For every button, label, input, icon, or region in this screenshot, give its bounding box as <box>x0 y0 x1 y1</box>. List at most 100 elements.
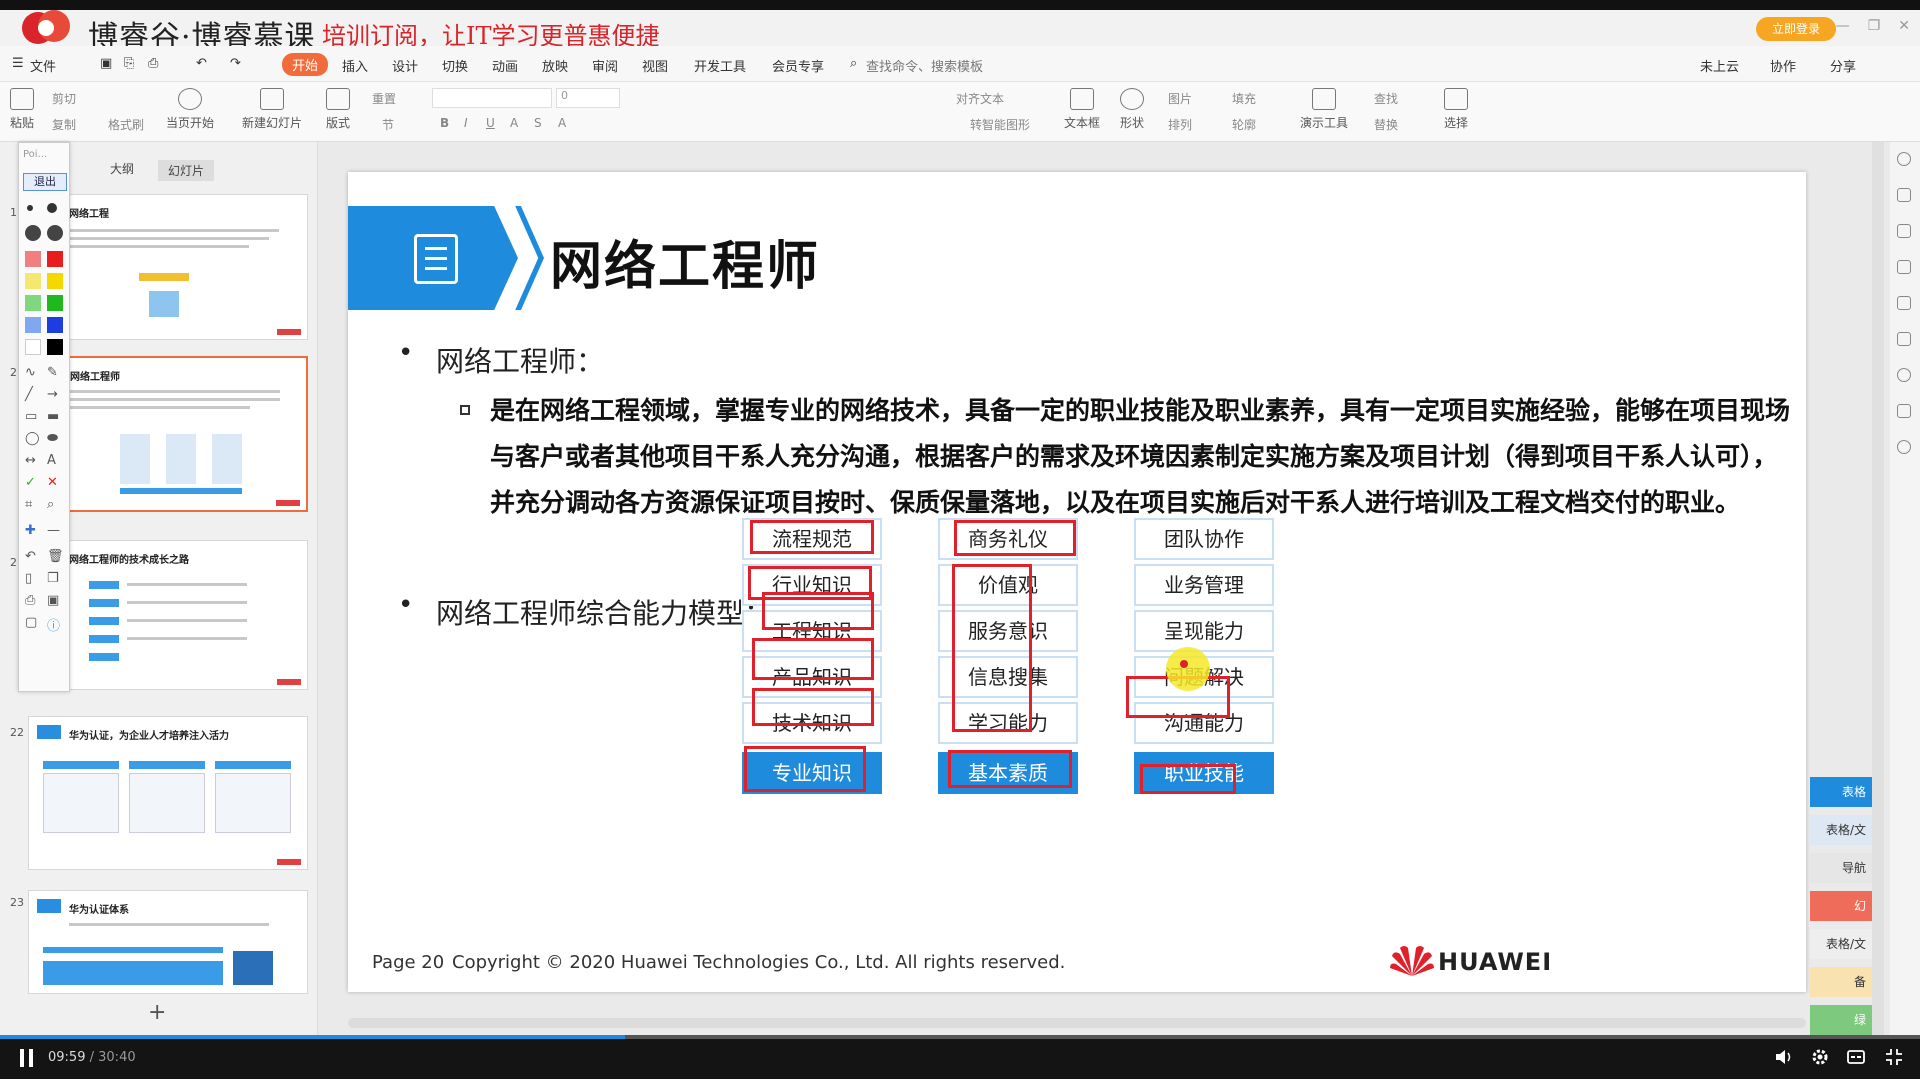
tab-transition[interactable]: 切换 <box>442 56 468 75</box>
settings-gear-icon[interactable] <box>1810 1047 1830 1067</box>
right-tab-table[interactable]: 表格 <box>1810 777 1872 807</box>
line-icon[interactable]: ╱ <box>25 387 33 402</box>
select-button[interactable]: 选择 <box>1444 88 1468 131</box>
tab-member[interactable]: 会员专享 <box>772 56 824 75</box>
tab-animation[interactable]: 动画 <box>492 56 518 75</box>
arrange-button[interactable]: 排列 <box>1168 116 1192 133</box>
close-icon[interactable]: ✕ <box>1898 18 1910 34</box>
rectangle-icon[interactable]: ▭ <box>25 409 37 424</box>
slide-thumb-23[interactable]: 华为认证体系 <box>28 890 308 994</box>
right-tab-table-text-2[interactable]: 表格/文 <box>1810 929 1872 959</box>
image-panel-icon[interactable] <box>1897 332 1911 346</box>
align-text-button[interactable]: 对齐文本 <box>956 90 1004 107</box>
check-icon[interactable]: ✓ <box>25 475 36 490</box>
share-button[interactable]: 分享 <box>1830 56 1856 75</box>
pen-size-medium-icon[interactable] <box>47 203 57 213</box>
color-white-swatch[interactable] <box>25 339 41 355</box>
tab-insert[interactable]: 插入 <box>342 56 368 75</box>
color-black-swatch[interactable] <box>47 339 63 355</box>
right-tab-table-text[interactable]: 表格/文 <box>1810 815 1872 845</box>
style-icon[interactable] <box>1897 188 1911 202</box>
login-button[interactable]: 立即登录 <box>1756 17 1836 41</box>
book-icon[interactable] <box>1897 404 1911 418</box>
exit-pen-button[interactable]: 退出 <box>23 173 67 191</box>
arrow-icon[interactable]: → <box>47 387 58 402</box>
present-tool-button[interactable]: 演示工具 <box>1300 88 1348 131</box>
reset-button[interactable]: 重置 <box>372 90 396 107</box>
right-tab-slides[interactable]: 幻 <box>1810 891 1872 921</box>
outline-button[interactable]: 轮廓 <box>1232 116 1256 133</box>
play-from-current-button[interactable]: 当页开始 <box>166 88 214 131</box>
slide-thumb-2-selected[interactable]: 网络工程师 <box>28 356 308 512</box>
bold-icon[interactable]: B <box>440 116 449 130</box>
tab-developer[interactable]: 开发工具 <box>694 56 746 75</box>
plus-icon[interactable]: ✚ <box>25 523 36 538</box>
picture-button[interactable]: 图片 <box>1168 90 1192 107</box>
vertical-scrollbar[interactable] <box>1872 142 1884 1035</box>
cut-button[interactable]: 剪切 <box>52 90 76 107</box>
filled-ellipse-icon[interactable]: ⬬ <box>47 431 58 446</box>
collaborate-button[interactable]: 协作 <box>1770 56 1796 75</box>
crop-icon[interactable]: ⌗ <box>25 497 32 512</box>
fill-button[interactable]: 填充 <box>1232 90 1256 107</box>
freehand-icon[interactable]: ∿ <box>25 365 36 380</box>
pin-icon[interactable] <box>1897 260 1911 274</box>
color-light-blue-swatch[interactable] <box>25 317 41 333</box>
undo-pen-icon[interactable]: ↶ <box>25 549 36 564</box>
save-pen-icon[interactable]: ▣ <box>47 593 59 608</box>
tab-design[interactable]: 设计 <box>392 56 418 75</box>
new-slide-button[interactable]: 新建幻灯片 <box>242 88 302 131</box>
textbox-button[interactable]: 文本框 <box>1064 88 1100 131</box>
section-button[interactable]: 节 <box>382 116 394 133</box>
slide-thumb-22[interactable]: 华为认证，为企业人才培养注入活力 <box>28 716 308 870</box>
color-light-yellow-swatch[interactable] <box>25 273 41 289</box>
help-icon[interactable] <box>1897 152 1911 166</box>
tab-slides[interactable]: 幻灯片 <box>158 160 215 181</box>
pen-size-small-icon[interactable] <box>27 205 33 211</box>
redo-icon[interactable]: ↷ <box>230 56 241 71</box>
transition-panel-icon[interactable] <box>1897 296 1911 310</box>
layout-button[interactable]: 版式 <box>326 88 350 131</box>
replace-button[interactable]: 替换 <box>1374 116 1398 133</box>
search-icon[interactable]: ⌕ <box>850 56 857 71</box>
font-size-select[interactable]: 0 <box>556 88 620 108</box>
command-search[interactable]: 查找命令、搜索模板 <box>866 56 983 75</box>
hamburger-icon[interactable]: ☰ <box>12 56 24 71</box>
pen-size-xlarge-icon[interactable] <box>47 225 63 241</box>
save-icon[interactable]: ▣ <box>100 56 112 71</box>
format-painter-button[interactable]: 格式刷 <box>108 116 144 133</box>
pause-icon[interactable] <box>20 1049 34 1067</box>
color-blue-swatch[interactable] <box>47 317 63 333</box>
ellipse-icon[interactable]: ◯ <box>25 431 40 446</box>
print-icon[interactable]: ⎙ <box>148 56 158 71</box>
font-color-icon[interactable]: A <box>558 116 566 130</box>
tab-review[interactable]: 审阅 <box>592 56 618 75</box>
double-arrow-icon[interactable]: ↔ <box>25 453 36 468</box>
tab-home[interactable]: 开始 <box>282 53 329 76</box>
minimize-icon[interactable]: — <box>1836 18 1850 34</box>
shadow-icon[interactable]: S <box>534 116 542 130</box>
color-light-red-swatch[interactable] <box>25 251 41 267</box>
smartart-button[interactable]: 转智能图形 <box>970 116 1030 133</box>
find-button[interactable]: 查找 <box>1374 90 1398 107</box>
question-icon[interactable] <box>1897 440 1911 454</box>
text-tool-icon[interactable]: A <box>47 453 56 468</box>
pointer-label[interactable]: Poi... <box>23 149 47 160</box>
pen-icon[interactable]: ✎ <box>47 365 58 380</box>
tab-slideshow[interactable]: 放映 <box>542 56 568 75</box>
paste-button[interactable]: 粘贴 <box>10 88 34 131</box>
zoom-icon[interactable]: ⌕ <box>47 497 54 512</box>
right-tab-green[interactable]: 绿 <box>1810 1005 1872 1035</box>
color-light-green-swatch[interactable] <box>25 295 41 311</box>
exit-fullscreen-icon[interactable] <box>1884 1047 1904 1067</box>
export-icon[interactable]: ⎘ <box>124 56 134 71</box>
filled-rectangle-icon[interactable]: ▬ <box>47 409 59 424</box>
menu-file[interactable]: 文件 <box>30 56 56 75</box>
cross-icon[interactable]: ✕ <box>47 475 58 490</box>
underline-icon[interactable]: U <box>486 116 495 130</box>
slide-thumb-1[interactable]: 网络工程 <box>28 194 308 340</box>
add-slide-icon[interactable]: + <box>148 1000 166 1025</box>
location-icon[interactable] <box>1897 368 1911 382</box>
right-tab-nav[interactable]: 导航 <box>1810 853 1872 883</box>
restore-icon[interactable]: ❐ <box>1868 18 1881 34</box>
